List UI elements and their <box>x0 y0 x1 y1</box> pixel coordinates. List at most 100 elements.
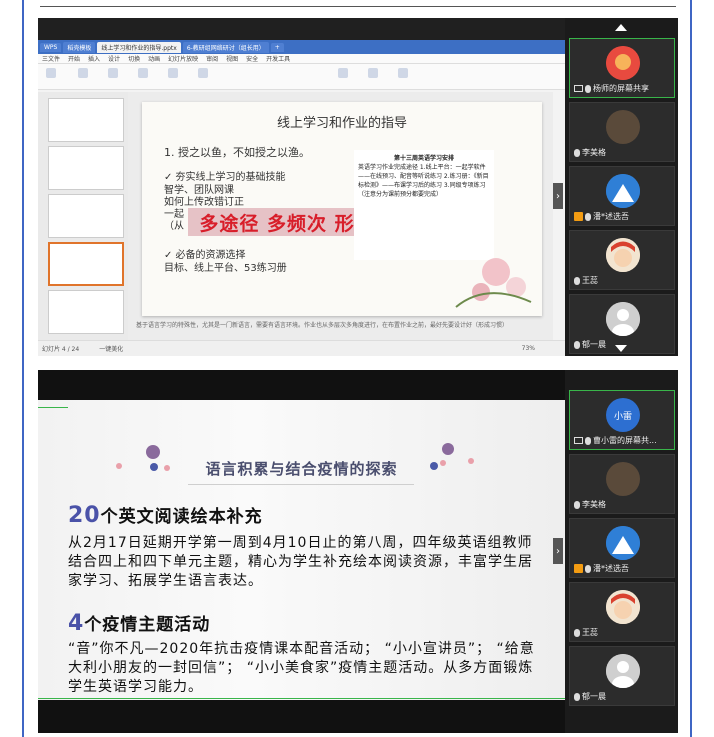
collapse-sidebar-handle[interactable]: › <box>553 183 563 209</box>
books-heading-text: 个英文阅读绘本补充 <box>100 507 263 527</box>
shared-slide: 语言积累与结合疫情的探索 20个英文阅读绘本补充 从2月17日延期开学第一周到4… <box>38 400 565 700</box>
scroll-up-icon[interactable] <box>615 24 627 31</box>
avatar <box>606 654 640 688</box>
slide-canvas[interactable]: 线上学习和作业的指导 1. 授之以鱼，不如授之以渔。 ✓ 夯实线上学习的基础技能… <box>142 102 542 316</box>
decor-dot <box>146 445 160 459</box>
mic-icon <box>574 340 580 349</box>
participant-name: 王蕊 <box>582 276 598 285</box>
menu-transition[interactable]: 切换 <box>128 54 140 63</box>
menu-view[interactable]: 视图 <box>226 54 238 63</box>
wps-menubar: 三文件 开始 插入 设计 切换 动画 幻灯片放映 审阅 视图 安全 开发工具 <box>38 54 565 64</box>
mic-icon <box>574 628 580 637</box>
new-tab-button[interactable]: + <box>270 42 284 52</box>
activities-count: 4 <box>68 611 85 636</box>
mic-icon <box>585 84 591 93</box>
tab-wps[interactable]: WPS <box>40 42 62 52</box>
wps-ribbon <box>38 64 565 90</box>
notes-text[interactable]: 基于语言学习的特殊性，尤其是一门新语言，需要有语言环境。作业也从多层次多角度进行… <box>136 320 546 329</box>
participant-tile[interactable]: 潘*述选吾 <box>569 518 675 578</box>
avatar <box>606 174 640 208</box>
star-icon[interactable] <box>138 68 148 78</box>
slide-point-8: 目标、线上平台、53练习册 <box>164 263 287 274</box>
slide-thumbnail[interactable] <box>48 194 124 238</box>
delete-anim-icon[interactable] <box>398 68 408 78</box>
participant-tile[interactable]: 王蕊 <box>569 230 675 290</box>
screen-share-icon <box>574 85 583 92</box>
wps-titlebar: WPS 稻壳模板 线上学习和作业的指导.pptx 6-教研组网络研讨（组长用） … <box>38 40 565 54</box>
smart-anim-icon[interactable] <box>368 68 378 78</box>
slide-thumbnail[interactable] <box>48 290 124 334</box>
menu-insert[interactable]: 插入 <box>88 54 100 63</box>
slide-thumbnail[interactable] <box>48 146 124 190</box>
slide-edit-area: 线上学习和作业的指导 1. 授之以鱼，不如授之以渔。 ✓ 夯实线上学习的基础技能… <box>128 92 553 340</box>
mic-icon <box>585 212 591 221</box>
books-count: 20 <box>68 503 101 528</box>
participant-tile[interactable]: 杨师的屏幕共享 <box>569 38 675 98</box>
participant-tile[interactable]: 潘*述选吾 <box>569 166 675 226</box>
new-slide-icon[interactable] <box>46 68 56 78</box>
avatar <box>606 238 640 272</box>
mic-icon <box>574 692 580 701</box>
avatar <box>606 590 640 624</box>
menu-animation[interactable]: 动画 <box>148 54 160 63</box>
star-icon[interactable] <box>78 68 88 78</box>
participant-tile[interactable]: 小雷 曹小雷的屏幕共... <box>569 390 675 450</box>
avatar <box>606 110 640 144</box>
zoom-level[interactable]: 73% <box>522 345 535 352</box>
collapse-sidebar-handle[interactable]: › <box>553 538 563 564</box>
slide-title: 线上学习和作业的指导 <box>276 116 407 131</box>
beautify-button[interactable]: 一键美化 <box>99 344 123 353</box>
slide-thumbnail-pane <box>38 92 128 340</box>
mic-icon <box>574 500 580 509</box>
participant-name: 王蕊 <box>582 628 598 637</box>
side-note-title: 第十三周英语学习安排 <box>393 155 454 162</box>
participant-tile[interactable]: 李美格 <box>569 102 675 162</box>
menu-slideshow[interactable]: 幻灯片放映 <box>168 54 198 63</box>
avatar <box>606 526 640 560</box>
menu-security[interactable]: 安全 <box>246 54 258 63</box>
avatar: 小雷 <box>606 398 640 432</box>
mic-icon <box>585 436 591 445</box>
participant-name: 郁一晨 <box>582 340 606 349</box>
scroll-down-icon[interactable] <box>615 345 627 352</box>
section-title: 语言积累与结合疫情的探索 <box>205 460 398 478</box>
slide-thumbnail[interactable] <box>48 98 124 142</box>
menu-home[interactable]: 开始 <box>68 54 80 63</box>
menu-file[interactable]: 三文件 <box>42 54 60 63</box>
books-paragraph: 从2月17日延期开学第一周到4月10日止的第八周，四年级英语组教师结合四上和四下… <box>68 535 533 589</box>
title-underline <box>188 484 414 485</box>
tab-templates[interactable]: 稻壳模板 <box>63 41 96 53</box>
activities-paragraph: “音”你不凡—2020年抗击疫情课本配音活动； “小小宣讲员”； “给意大利小朋… <box>68 641 535 695</box>
participant-tile[interactable]: 李美格 <box>569 454 675 514</box>
menu-developer[interactable]: 开发工具 <box>266 54 290 63</box>
participant-sidebar-bottom: 小雷 曹小雷的屏幕共... 李美格 潘*述选吾 王蕊 郁一晨 <box>565 370 678 733</box>
mic-icon <box>585 564 591 573</box>
tab-xlsx[interactable]: 6-教研组网络研讨（组长用） <box>182 41 269 53</box>
wps-statusbar: 幻灯片 4 / 24 一键美化 73% <box>38 340 565 356</box>
participant-tile[interactable]: 郁一晨 <box>569 646 675 706</box>
meeting-window-top: WPS 稻壳模板 线上学习和作业的指导.pptx 6-教研组网络研讨（组长用） … <box>38 18 678 356</box>
star-icon[interactable] <box>198 68 208 78</box>
heading-books: 20个英文阅读绘本补充 <box>68 502 263 528</box>
participant-tile[interactable]: 王蕊 <box>569 582 675 642</box>
menu-review[interactable]: 审阅 <box>206 54 218 63</box>
bottom-border <box>38 698 565 699</box>
host-icon <box>574 212 583 221</box>
avatar <box>606 462 640 496</box>
participant-name: 李美格 <box>582 500 606 509</box>
host-icon <box>574 564 583 573</box>
participant-name: 郁一晨 <box>582 692 606 701</box>
slide-thumbnail-selected[interactable] <box>48 242 124 286</box>
menu-design[interactable]: 设计 <box>108 54 120 63</box>
activities-heading-text: 个疫情主题活动 <box>84 615 211 635</box>
right-border <box>690 0 692 737</box>
left-border <box>22 0 24 737</box>
star-icon[interactable] <box>168 68 178 78</box>
beautify-icon[interactable] <box>338 68 348 78</box>
star-icon[interactable] <box>108 68 118 78</box>
tab-pptx[interactable]: 线上学习和作业的指导.pptx <box>97 41 181 53</box>
participant-name: 潘*述选吾 <box>593 212 629 221</box>
mic-icon <box>574 148 580 157</box>
participant-sidebar-top: 杨师的屏幕共享 李美格 潘*述选吾 王蕊 郁一晨 <box>565 18 678 356</box>
participant-name: 杨师的屏幕共享 <box>593 84 649 93</box>
